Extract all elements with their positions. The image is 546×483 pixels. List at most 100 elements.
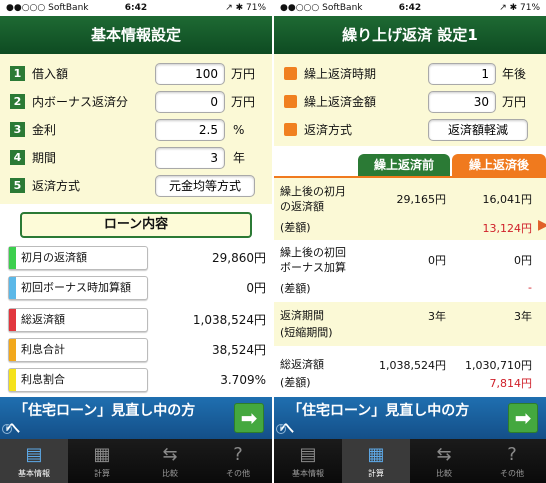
term-label: 期間 (32, 151, 57, 165)
interest-rate-label: 金利 (32, 123, 57, 137)
unit-label: 万円 (502, 95, 527, 109)
diff-value: 13,124円 (482, 222, 533, 235)
color-marker (9, 339, 16, 361)
loan-amount-field[interactable]: 100 (155, 63, 225, 85)
repayment-method-row: 5 返済方式 元金均等方式 (0, 172, 272, 200)
battery-status: ↗ ✱ 71% (225, 3, 266, 13)
tab-label: その他 (226, 469, 250, 478)
tab-basic-info[interactable]: ▤ 基本情報 (274, 439, 342, 483)
tab-compare[interactable]: ⇆ 比較 (136, 439, 204, 483)
term-row: 4 期間 3 年 (0, 144, 272, 172)
prepayment-screen: ●●○○○ SoftBank 6:42 ↗ ✱ 71% 繰り上げ返済 設定1 繰… (274, 0, 546, 483)
prepayment-timing-field[interactable]: 1 (428, 63, 496, 85)
unit-label: 年 (233, 151, 246, 165)
document-icon: ▤ (299, 444, 317, 465)
compare-icon: ⇆ (162, 444, 178, 465)
color-marker (9, 277, 16, 299)
ad-banner[interactable]: 「住宅ローン」見直し中の方 へ i ➡ (274, 397, 546, 439)
prepayment-method-select[interactable]: 返済額軽減 (428, 119, 528, 141)
first-month-payment-compare: 繰上後の初月 の返済額 (差額) 29,165円 16,041円 13,124円 (274, 178, 546, 240)
unit-label: 万円 (231, 67, 256, 81)
before-value: 1,038,524円 (379, 359, 446, 372)
tab-bar: ▤ 基本情報 ▦ 計算 ⇆ 比較 ? その他 (0, 439, 272, 483)
battery-status: ↗ ✱ 71% (499, 3, 540, 13)
ad-banner[interactable]: 「住宅ローン」見直し中の方 へ i ➡ (0, 397, 272, 439)
prepayment-timing-label: 繰上返済時期 (304, 67, 377, 81)
result-row: 利息割合 3.709% (0, 368, 272, 394)
bullet-icon (284, 123, 297, 136)
bonus-repayment-label: 内ボーナス返済分 (32, 95, 129, 109)
repayment-method-select[interactable]: 元金均等方式 (155, 175, 255, 197)
prepayment-amount-label: 繰上返済金額 (304, 95, 377, 109)
total-repayment-value: 1,038,524円 (192, 313, 266, 327)
tab-other[interactable]: ? その他 (204, 439, 272, 483)
page-title: 繰り上げ返済 設定1 (274, 16, 546, 54)
unit-label: % (233, 123, 245, 137)
before-value: 3年 (428, 310, 446, 323)
tab-compare[interactable]: ⇆ 比較 (410, 439, 478, 483)
bullet-icon (284, 95, 297, 108)
prepayment-amount-field[interactable]: 30 (428, 91, 496, 113)
compare-label: 返済期間 (280, 309, 324, 322)
after-value: 16,041円 (482, 193, 533, 206)
tab-label: 基本情報 (18, 469, 50, 478)
ad-text-line1: 「住宅ローン」見直し中の方 (14, 403, 196, 419)
compare-label: 繰上後の初月 (280, 185, 346, 198)
diff-value: - (528, 281, 532, 294)
unit-label: 万円 (231, 95, 256, 109)
arrow-right-icon[interactable]: ➡ (508, 403, 538, 433)
calculator-icon: ▦ (93, 444, 111, 465)
info-icon[interactable]: i (276, 424, 286, 434)
result-row: 利息合計 38,524円 (0, 338, 272, 364)
page-title: 基本情報設定 (0, 16, 272, 54)
status-bar: ●●○○○ SoftBank 6:42 ↗ ✱ 71% (274, 0, 546, 16)
tab-other[interactable]: ? その他 (478, 439, 546, 483)
result-row: 総返済額 1,038,524円 (0, 308, 272, 334)
interest-ratio-value: 3.709% (220, 373, 266, 387)
tab-before-prepayment[interactable]: 繰上返済前 (358, 154, 450, 176)
input-panel: 1 借入額 100 万円 2 内ボーナス返済分 0 万円 3 金利 2.5 % … (0, 54, 272, 204)
after-value: 1,030,710円 (465, 359, 532, 372)
arrow-right-icon[interactable]: ➡ (234, 403, 264, 433)
tab-after-prepayment[interactable]: 繰上返済後 (452, 154, 546, 176)
result-row: 初回ボーナス時加算額 0円 (0, 276, 272, 302)
tab-label: 基本情報 (292, 469, 324, 478)
interest-rate-field[interactable]: 2.5 (155, 119, 225, 141)
tab-calculate[interactable]: ▦ 計算 (342, 439, 410, 483)
first-month-payment-value: 29,860円 (212, 251, 266, 265)
total-repayment-label: 総返済額 (8, 308, 148, 332)
tab-basic-info[interactable]: ▤ 基本情報 (0, 439, 68, 483)
interest-ratio-label: 利息割合 (8, 368, 148, 392)
compare-label: 繰上後の初回 (280, 246, 346, 259)
loan-amount-row: 1 借入額 100 万円 (0, 60, 272, 88)
chevron-right-icon[interactable]: ▶ (538, 216, 546, 234)
step-number: 3 (10, 122, 25, 137)
help-icon: ? (507, 444, 517, 465)
tab-label: その他 (500, 469, 524, 478)
step-number: 4 (10, 150, 25, 165)
info-icon[interactable]: i (2, 424, 12, 434)
step-number: 5 (10, 178, 25, 193)
after-value: 3年 (514, 310, 532, 323)
compare-label: (差額) (280, 376, 311, 389)
prepayment-method-row: 返済方式 返済額軽減 (274, 116, 546, 144)
color-marker (9, 369, 16, 391)
compare-label: 総返済額 (280, 358, 324, 371)
color-marker (9, 309, 16, 331)
prepayment-method-label: 返済方式 (304, 123, 353, 137)
bullet-icon (284, 67, 297, 80)
first-bonus-addition-value: 0円 (246, 281, 266, 295)
bonus-repayment-field[interactable]: 0 (155, 91, 225, 113)
prepayment-timing-row: 繰上返済時期 1 年後 (274, 60, 546, 88)
repayment-period-compare: 返済期間 (短縮期間) 3年 3年 (274, 302, 546, 346)
result-row: 初月の返済額 29,860円 (0, 246, 272, 272)
term-field[interactable]: 3 (155, 147, 225, 169)
tab-label: 計算 (368, 469, 384, 478)
calculator-icon: ▦ (367, 444, 385, 465)
help-icon: ? (233, 444, 243, 465)
ad-text-line1: 「住宅ローン」見直し中の方 (288, 403, 470, 419)
compare-label: ボーナス加算 (280, 261, 346, 274)
tab-calculate[interactable]: ▦ 計算 (68, 439, 136, 483)
loan-details-header: ローン内容 (20, 212, 252, 238)
before-value: 0円 (428, 254, 446, 267)
